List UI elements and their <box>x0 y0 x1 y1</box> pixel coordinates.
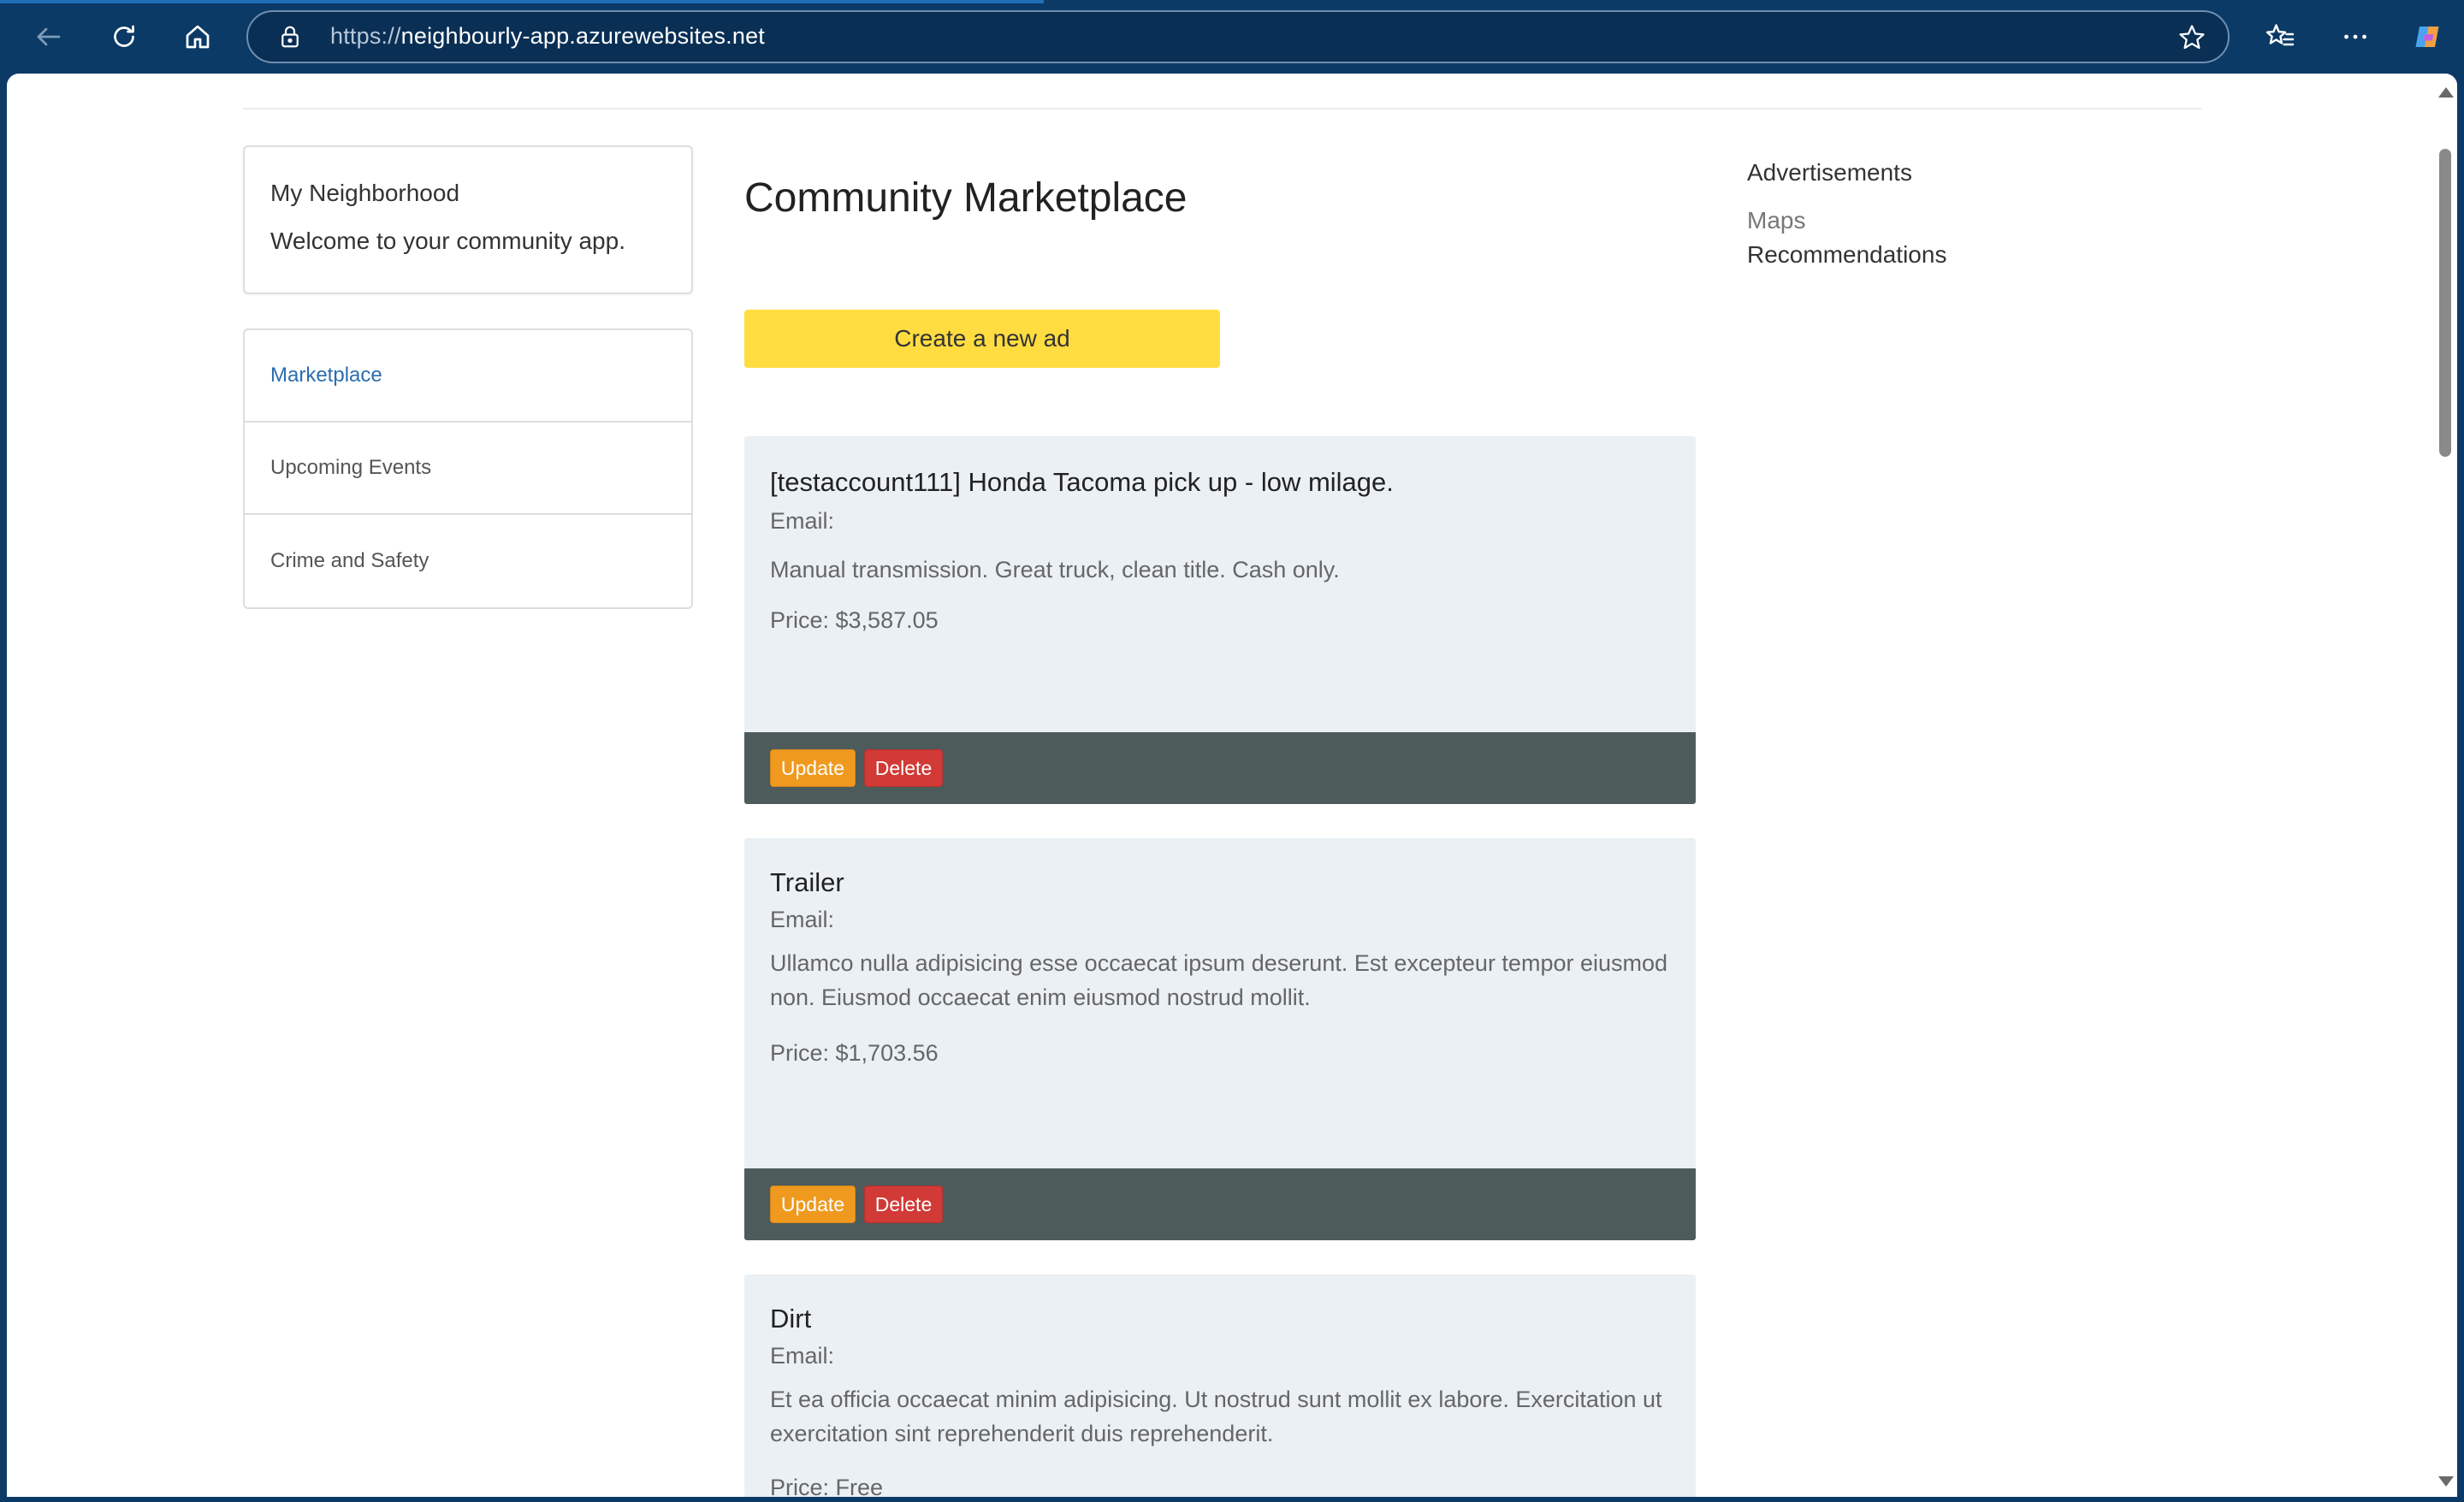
ad-title: Dirt <box>770 1304 812 1333</box>
home-button[interactable] <box>176 15 219 58</box>
address-url[interactable]: https://neighbourly-app.azurewebsites.ne… <box>330 23 765 50</box>
browser-toolbar: https://neighbourly-app.azurewebsites.ne… <box>0 0 2464 74</box>
ad-card: [testaccount111] Honda Tacoma pick up - … <box>744 436 1696 804</box>
update-button[interactable]: Update <box>770 749 856 787</box>
refresh-icon <box>114 25 134 47</box>
lock-icon <box>281 26 299 48</box>
favorite-star-icon[interactable] <box>2177 22 2207 53</box>
active-tab-indicator <box>0 0 1044 3</box>
ad-card: Dirt Email: Et ea officia occaecat minim… <box>744 1274 1696 1497</box>
ad-email: Email: <box>770 508 835 534</box>
create-ad-button[interactable]: Create a new ad <box>744 310 1220 368</box>
update-button[interactable]: Update <box>770 1186 856 1223</box>
scroll-up-arrow-icon[interactable] <box>2438 87 2454 98</box>
ad-price: Price: $3,587.05 <box>770 607 939 633</box>
ad-actions: Update Delete <box>744 1168 1696 1240</box>
copilot-button[interactable] <box>2406 15 2449 58</box>
advertisements-heading: Advertisements <box>1747 159 1912 186</box>
ad-actions: Update Delete <box>744 732 1696 804</box>
ad-email: Email: <box>770 1343 835 1369</box>
brand-title: My Neighborhood <box>270 180 460 206</box>
home-icon <box>186 25 210 49</box>
scrollbar-thumb[interactable] <box>2439 149 2451 457</box>
address-bar[interactable]: https://neighbourly-app.azurewebsites.ne… <box>246 10 2230 63</box>
ad-email: Email: <box>770 907 835 932</box>
more-menu-button[interactable] <box>2334 15 2377 58</box>
delete-button[interactable]: Delete <box>864 1186 943 1223</box>
delete-button[interactable]: Delete <box>864 749 943 787</box>
refresh-button[interactable] <box>103 15 145 58</box>
page-viewport: My Neighborhood Welcome to your communit… <box>7 74 2457 1497</box>
favorites-button[interactable] <box>2259 15 2301 58</box>
welcome-text: Welcome to your community app. <box>270 228 625 254</box>
back-button[interactable] <box>27 15 70 58</box>
brand-panel: My Neighborhood Welcome to your communit… <box>243 145 693 294</box>
sidebar-item-upcoming-events[interactable]: Upcoming Events <box>245 423 691 515</box>
ad-card: Trailer Email: Ullamco nulla adipisicing… <box>744 838 1696 1240</box>
back-arrow-icon <box>37 27 61 46</box>
ad-title: [testaccount111] Honda Tacoma pick up - … <box>770 467 1394 497</box>
ad-description: Ullamco nulla adipisicing esse occaecat … <box>770 950 1668 1010</box>
page-title: Community Marketplace <box>744 175 1188 221</box>
ad-description: Et ea officia occaecat minim adipisicing… <box>770 1387 1662 1446</box>
ad-price: Price: $1,703.56 <box>770 1040 939 1066</box>
url-scheme: https:// <box>330 23 401 49</box>
vertical-scrollbar[interactable] <box>2431 74 2457 1497</box>
recommendations-link[interactable]: Recommendations <box>1747 241 1946 269</box>
ad-title: Trailer <box>770 867 844 897</box>
more-dots-icon <box>2344 34 2366 39</box>
ad-price: Price: Free <box>770 1475 884 1497</box>
sidebar-item-marketplace[interactable]: Marketplace <box>245 330 691 423</box>
ad-description: Manual transmission. Great truck, clean … <box>770 557 1340 582</box>
sidebar-nav: Marketplace Upcoming Events Crime and Sa… <box>243 328 693 609</box>
sidebar-item-crime-and-safety[interactable]: Crime and Safety <box>245 515 691 607</box>
maps-link[interactable]: Maps <box>1747 207 1805 234</box>
scroll-down-arrow-icon[interactable] <box>2438 1476 2454 1487</box>
favorites-list-icon <box>2266 24 2295 46</box>
header-divider <box>243 108 2202 109</box>
url-host: neighbourly-app.azurewebsites.net <box>400 23 766 49</box>
copilot-icon <box>2415 27 2439 47</box>
